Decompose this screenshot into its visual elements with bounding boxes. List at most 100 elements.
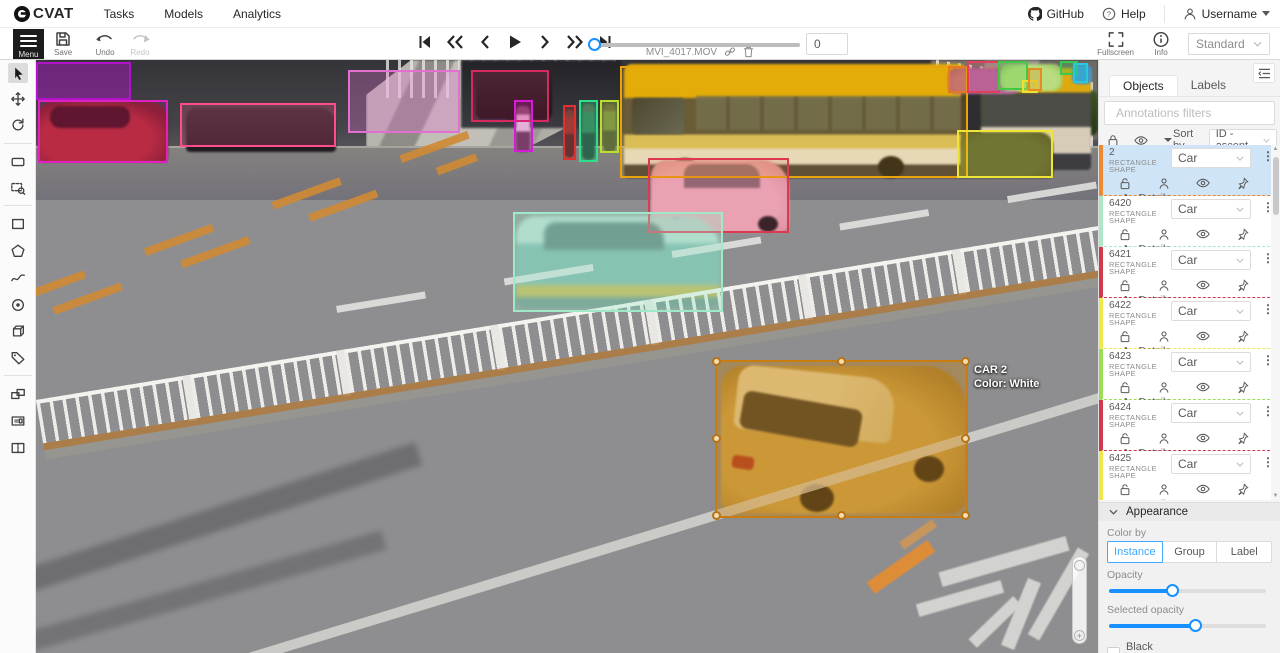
opacity-slider-handle[interactable] — [1166, 584, 1179, 597]
object-label-select[interactable]: Car — [1171, 352, 1251, 372]
object-pin-icon[interactable] — [1237, 432, 1249, 445]
color-by-group[interactable]: Group — [1162, 541, 1218, 563]
annotation-canvas[interactable]: CAR 2 Color: White + — [36, 60, 1098, 653]
checkbox-box[interactable] — [1107, 647, 1120, 653]
appearance-header[interactable]: Appearance — [1099, 503, 1280, 521]
object-lock-icon[interactable] — [1119, 330, 1131, 343]
object-card[interactable]: 6420 RECTANGLE SHAPE Car ⋮ ❯ Details — [1099, 196, 1280, 247]
selected-bounding-box[interactable] — [715, 360, 968, 518]
cursor-tool[interactable] — [8, 63, 28, 83]
resize-handle[interactable] — [961, 357, 970, 366]
help-link[interactable]: ? Help — [1102, 7, 1146, 21]
object-pin-icon[interactable] — [1237, 330, 1249, 343]
draw-rectangle-tool[interactable] — [8, 214, 28, 234]
resize-handle[interactable] — [961, 511, 970, 520]
forward-button[interactable] — [564, 30, 586, 54]
scroll-up-icon[interactable]: ▲ — [1271, 146, 1280, 152]
github-link[interactable]: GitHub — [1028, 7, 1084, 21]
object-pin-icon[interactable] — [1237, 177, 1249, 190]
annotations-filter-box[interactable] — [1104, 101, 1275, 125]
object-lock-icon[interactable] — [1119, 177, 1131, 190]
object-pin-icon[interactable] — [1237, 279, 1249, 292]
copy-link-icon[interactable] — [724, 46, 736, 58]
object-hide-icon[interactable] — [1196, 228, 1210, 240]
selected-opacity-slider[interactable] — [1109, 619, 1266, 633]
object-card[interactable]: 6424 RECTANGLE SHAPE Car ⋮ ❯ Details — [1099, 400, 1280, 451]
resize-handle[interactable] — [712, 357, 721, 366]
object-card[interactable]: 6425 RECTANGLE SHAPE Car ⋮ ❯ Details — [1099, 451, 1280, 500]
color-by-label[interactable]: Label — [1216, 541, 1272, 563]
save-button[interactable]: Save — [54, 29, 72, 57]
resize-handle[interactable] — [961, 434, 970, 443]
setup-tag-tool[interactable] — [8, 348, 28, 368]
object-hide-icon[interactable] — [1196, 483, 1210, 495]
bounding-box[interactable] — [471, 70, 549, 122]
object-card[interactable]: 2 RECTANGLE SHAPE Car ⋮ ❯ Details — [1099, 145, 1280, 196]
object-hide-icon[interactable] — [1196, 279, 1210, 291]
bounding-box[interactable] — [513, 212, 723, 312]
bounding-box[interactable] — [36, 62, 131, 100]
split-tool[interactable] — [8, 438, 28, 458]
merge-tool[interactable] — [8, 384, 28, 404]
canvas-vertical-slider[interactable]: + — [1072, 556, 1087, 644]
move-tool[interactable] — [8, 89, 28, 109]
object-lock-icon[interactable] — [1119, 381, 1131, 394]
bounding-box[interactable] — [348, 70, 460, 133]
object-label-select[interactable]: Car — [1171, 403, 1251, 423]
object-pin-icon[interactable] — [1237, 483, 1249, 496]
object-card[interactable]: 6421 RECTANGLE SHAPE Car ⋮ ❯ Details — [1099, 247, 1280, 298]
bounding-box[interactable] — [180, 103, 336, 147]
object-card[interactable]: 6422 RECTANGLE SHAPE Car ⋮ ❯ Details — [1099, 298, 1280, 349]
canvas-slider-plus-icon[interactable]: + — [1074, 630, 1085, 641]
bounding-box[interactable] — [967, 61, 1000, 93]
canvas-slider-handle[interactable] — [1074, 560, 1085, 571]
user-menu[interactable]: Username — [1183, 7, 1270, 21]
bounding-box[interactable] — [579, 100, 598, 162]
object-occluded-icon[interactable] — [1158, 483, 1170, 496]
object-lock-icon[interactable] — [1119, 483, 1131, 496]
info-button[interactable]: Info — [1152, 29, 1170, 57]
fit-image-tool[interactable] — [8, 152, 28, 172]
object-occluded-icon[interactable] — [1158, 279, 1170, 292]
checkbox-black-borders[interactable]: Black borders — [1107, 641, 1193, 653]
draw-polyline-tool[interactable] — [8, 268, 28, 288]
object-label-select[interactable]: Car — [1171, 148, 1251, 168]
object-occluded-icon[interactable] — [1158, 381, 1170, 394]
bounding-box[interactable] — [1073, 63, 1088, 83]
bounding-box[interactable] — [38, 100, 168, 163]
tab-objects[interactable]: Objects — [1109, 75, 1178, 96]
group-tool[interactable] — [8, 411, 28, 431]
hide-all-icon[interactable] — [1134, 135, 1148, 146]
bounding-box[interactable] — [1028, 68, 1042, 91]
object-occluded-icon[interactable] — [1158, 228, 1170, 241]
fullscreen-button[interactable]: Fullscreen — [1097, 29, 1134, 57]
object-lock-icon[interactable] — [1119, 228, 1131, 241]
bounding-box[interactable] — [563, 105, 576, 160]
previous-frame-button[interactable] — [474, 30, 496, 54]
workspace-mode-select[interactable]: Standard — [1188, 33, 1270, 55]
bounding-box[interactable] — [514, 100, 533, 152]
scrollbar-thumb[interactable] — [1273, 157, 1279, 215]
objects-list-scrollbar[interactable]: ▲ ▼ — [1271, 145, 1280, 500]
object-hide-icon[interactable] — [1196, 330, 1210, 342]
undo-button[interactable]: Undo — [95, 29, 115, 57]
nav-models[interactable]: Models — [164, 7, 203, 21]
zoom-region-tool[interactable] — [8, 178, 28, 198]
backward-button[interactable] — [444, 30, 466, 54]
object-hide-icon[interactable] — [1196, 381, 1210, 393]
object-hide-icon[interactable] — [1196, 432, 1210, 444]
expand-all-icon[interactable] — [1163, 137, 1173, 144]
delete-frame-icon[interactable] — [743, 46, 754, 58]
bounding-box[interactable] — [957, 130, 1053, 178]
next-frame-button[interactable] — [534, 30, 556, 54]
resize-handle[interactable] — [837, 357, 846, 366]
bounding-box[interactable] — [600, 100, 619, 153]
play-button[interactable] — [504, 30, 526, 54]
object-label-select[interactable]: Car — [1171, 199, 1251, 219]
annotations-filter-input[interactable] — [1116, 106, 1271, 120]
color-by-instance[interactable]: Instance — [1107, 541, 1163, 563]
object-label-select[interactable]: Car — [1171, 301, 1251, 321]
object-label-select[interactable]: Car — [1171, 454, 1251, 474]
draw-points-tool[interactable] — [8, 295, 28, 315]
menu-button[interactable]: Menu — [13, 29, 44, 59]
